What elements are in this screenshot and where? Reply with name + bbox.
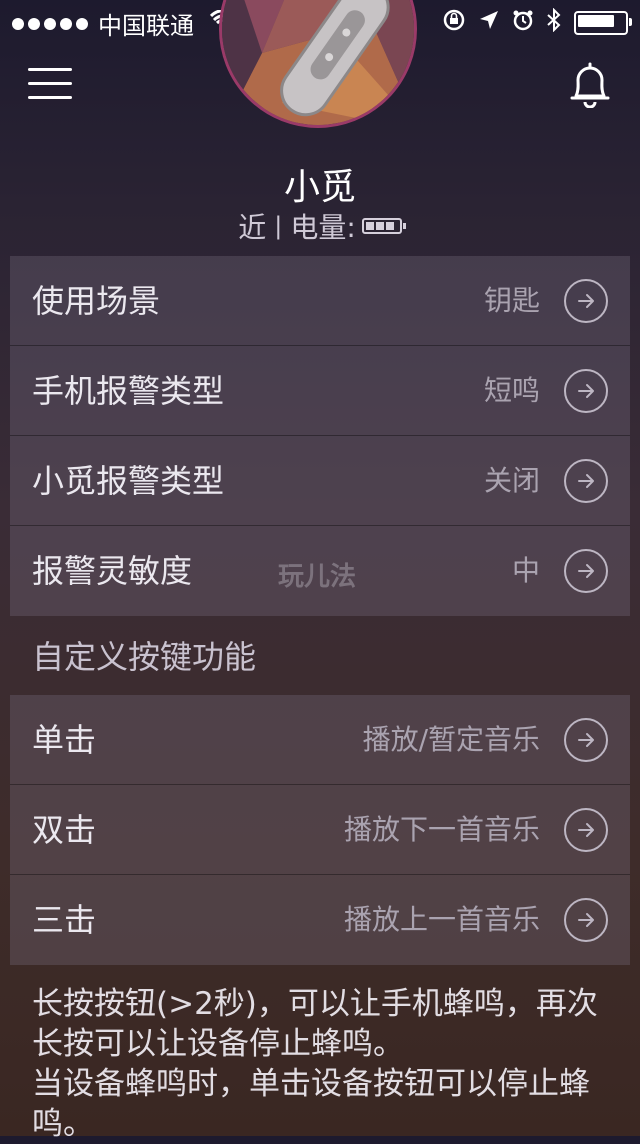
setting-value: 短鸣 [483, 374, 540, 407]
proximity-label: 近 [238, 211, 267, 244]
setting-row[interactable]: 小觅报警类型 关闭 [10, 436, 630, 526]
arrow-right-icon[interactable] [564, 459, 608, 503]
custom-key-value: 播放下一首音乐 [343, 813, 540, 846]
setting-label: 手机报警类型 [32, 372, 225, 410]
custom-keys-group: 单击 播放/暂定音乐双击 播放下一首音乐三击 播放上一首音乐 [10, 695, 630, 965]
device-status: 近 | 电量: [0, 206, 640, 246]
device-avatar[interactable] [219, 0, 417, 128]
arrow-right-icon[interactable] [564, 279, 608, 323]
rotation-lock-icon [442, 8, 466, 38]
status-right [442, 7, 632, 38]
arrow-right-icon[interactable] [564, 549, 608, 593]
menu-button[interactable] [28, 66, 72, 102]
custom-key-value: 播放上一首音乐 [343, 903, 540, 936]
battery-label: 电量: [290, 211, 356, 244]
arrow-right-icon[interactable] [564, 718, 608, 762]
custom-key-row[interactable]: 三击 播放上一首音乐 [10, 875, 630, 965]
setting-label: 报警灵敏度 [32, 552, 193, 590]
bell-icon [570, 62, 610, 109]
notifications-bell-button[interactable] [566, 60, 614, 109]
footer-line-1: 长按按钮(>2秒)，可以让手机蜂鸣，再次长按可以让设备停止蜂鸣。 [32, 986, 598, 1062]
custom-key-label: 单击 [32, 721, 97, 759]
bluetooth-icon [546, 7, 562, 38]
device-avatar-image [222, 0, 414, 125]
custom-key-value: 播放/暂定音乐 [362, 723, 540, 756]
setting-row[interactable]: 使用场景 钥匙 [10, 256, 630, 346]
setting-label: 小觅报警类型 [32, 462, 225, 500]
separator: | [274, 212, 283, 240]
custom-key-row[interactable]: 单击 播放/暂定音乐 [10, 695, 630, 785]
custom-key-label: 双击 [32, 811, 97, 849]
arrow-right-icon[interactable] [564, 898, 608, 942]
setting-value: 关闭 [483, 464, 540, 497]
custom-section-title: 自定义按键功能 [32, 638, 257, 676]
alarm-icon [512, 9, 534, 37]
setting-value: 中 [511, 554, 540, 587]
custom-key-label: 三击 [32, 901, 97, 939]
arrow-right-icon[interactable] [564, 369, 608, 413]
setting-row[interactable]: 手机报警类型 短鸣 [10, 346, 630, 436]
battery-icon [574, 11, 632, 35]
location-icon [478, 9, 500, 37]
watermark: 玩儿法 [278, 562, 357, 592]
footer-line-2: 当设备蜂鸣时，单击设备按钮可以停止蜂鸣。 [32, 1066, 590, 1142]
custom-key-row[interactable]: 双击 播放下一首音乐 [10, 785, 630, 875]
arrow-right-icon[interactable] [564, 808, 608, 852]
setting-label: 使用场景 [32, 282, 161, 320]
device-name: 小觅 [283, 167, 356, 208]
footer-note: 长按按钮(>2秒)，可以让手机蜂鸣，再次长按可以让设备停止蜂鸣。 当设备蜂鸣时，… [32, 984, 622, 1144]
device-battery-icon [361, 218, 406, 234]
setting-value: 钥匙 [483, 284, 540, 317]
